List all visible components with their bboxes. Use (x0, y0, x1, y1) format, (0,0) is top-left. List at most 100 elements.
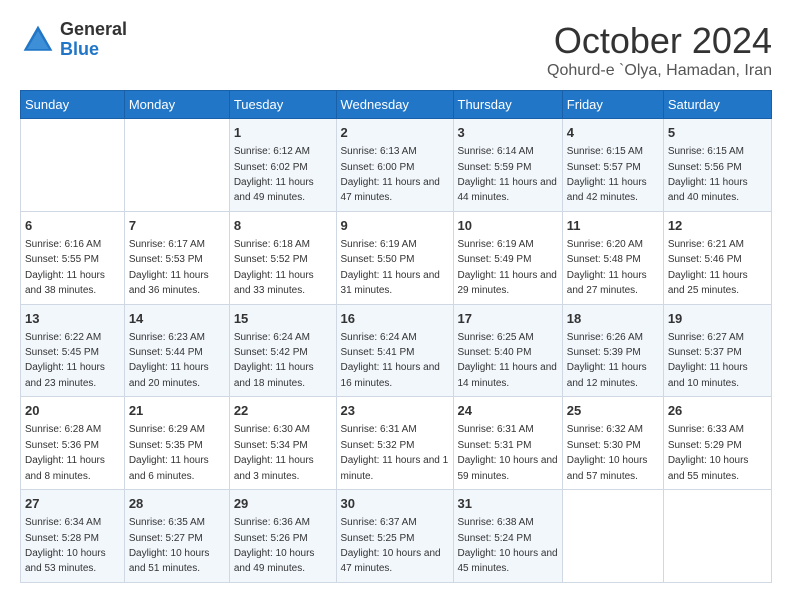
day-number: 3 (458, 124, 558, 142)
day-number: 21 (129, 402, 225, 420)
calendar-body: 1 Sunrise: 6:12 AMSunset: 6:02 PMDaylight… (21, 119, 772, 583)
logo-blue: Blue (60, 39, 99, 59)
table-row: 16Sunrise: 6:24 AMSunset: 5:41 PMDayligh… (336, 304, 453, 397)
day-info: Sunrise: 6:31 AMSunset: 5:32 PMDaylight:… (341, 424, 449, 481)
day-info: Sunrise: 6:24 AMSunset: 5:42 PMDaylight:… (234, 332, 314, 389)
header-sunday: Sunday (21, 91, 125, 119)
day-info: Sunrise: 6:13 AMSunset: 6:00 PMDaylight:… (341, 146, 440, 203)
day-info: Sunrise: 6:16 AMSunset: 5:55 PMDaylight:… (25, 239, 105, 296)
day-number: 29 (234, 495, 332, 513)
day-number: 25 (567, 402, 659, 420)
day-info: Sunrise: 6:35 AMSunset: 5:27 PMDaylight:… (129, 517, 210, 574)
day-info: Sunrise: 6:29 AMSunset: 5:35 PMDaylight:… (129, 424, 209, 481)
day-info: Sunrise: 6:12 AMSunset: 6:02 PMDaylight:… (234, 146, 314, 203)
table-row: 30Sunrise: 6:37 AMSunset: 5:25 PMDayligh… (336, 490, 453, 583)
header-saturday: Saturday (663, 91, 771, 119)
table-row: 6Sunrise: 6:16 AMSunset: 5:55 PMDaylight… (21, 211, 125, 304)
day-number: 26 (668, 402, 767, 420)
day-number: 17 (458, 310, 558, 328)
table-row: 28 Sunrise: 6:35 AMSunset: 5:27 PMDayligh… (124, 490, 229, 583)
day-info: Sunrise: 6:18 AMSunset: 5:52 PMDaylight:… (234, 239, 314, 296)
day-number: 23 (341, 402, 449, 420)
day-info: Sunrise: 6:14 AMSunset: 5:59 PMDaylight:… (458, 146, 557, 203)
day-info: Sunrise: 6:22 AMSunset: 5:45 PMDaylight:… (25, 332, 105, 389)
header-friday: Friday (562, 91, 663, 119)
table-row (21, 119, 125, 212)
day-number: 14 (129, 310, 225, 328)
day-number: 7 (129, 217, 225, 235)
day-number: 27 (25, 495, 120, 513)
logo-icon (20, 22, 56, 58)
day-number: 15 (234, 310, 332, 328)
day-number: 22 (234, 402, 332, 420)
day-info: Sunrise: 6:28 AMSunset: 5:36 PMDaylight:… (25, 424, 105, 481)
day-info: Sunrise: 6:27 AMSunset: 5:37 PMDaylight:… (668, 332, 748, 389)
day-number: 9 (341, 217, 449, 235)
day-number: 19 (668, 310, 767, 328)
header-wednesday: Wednesday (336, 91, 453, 119)
day-number: 5 (668, 124, 767, 142)
day-number: 10 (458, 217, 558, 235)
day-number: 11 (567, 217, 659, 235)
day-info: Sunrise: 6:31 AMSunset: 5:31 PMDaylight:… (458, 424, 558, 481)
day-number: 2 (341, 124, 449, 142)
table-row: 3 Sunrise: 6:14 AMSunset: 5:59 PMDaylight… (453, 119, 562, 212)
table-row: 7 Sunrise: 6:17 AMSunset: 5:53 PMDaylight… (124, 211, 229, 304)
table-row: 23 Sunrise: 6:31 AMSunset: 5:32 PMDayligh… (336, 397, 453, 490)
day-number: 28 (129, 495, 225, 513)
month-title: October 2024 (547, 20, 772, 62)
day-number: 8 (234, 217, 332, 235)
table-row: 18 Sunrise: 6:26 AMSunset: 5:39 PMDayligh… (562, 304, 663, 397)
day-number: 20 (25, 402, 120, 420)
logo-general: General (60, 19, 127, 39)
day-info: Sunrise: 6:21 AMSunset: 5:46 PMDaylight:… (668, 239, 748, 296)
day-info: Sunrise: 6:20 AMSunset: 5:48 PMDaylight:… (567, 239, 647, 296)
day-info: Sunrise: 6:30 AMSunset: 5:34 PMDaylight:… (234, 424, 314, 481)
day-number: 12 (668, 217, 767, 235)
table-row (562, 490, 663, 583)
day-number: 16 (341, 310, 449, 328)
page-header: General Blue October 2024 Qohurd-e `Olya… (20, 20, 772, 80)
table-row: 29 Sunrise: 6:36 AMSunset: 5:26 PMDayligh… (229, 490, 336, 583)
day-number: 1 (234, 124, 332, 142)
table-row: 26 Sunrise: 6:33 AMSunset: 5:29 PMDayligh… (663, 397, 771, 490)
table-row: 2 Sunrise: 6:13 AMSunset: 6:00 PMDaylight… (336, 119, 453, 212)
table-row: 19 Sunrise: 6:27 AMSunset: 5:37 PMDayligh… (663, 304, 771, 397)
day-info: Sunrise: 6:32 AMSunset: 5:30 PMDaylight:… (567, 424, 648, 481)
location-title: Qohurd-e `Olya, Hamadan, Iran (547, 62, 772, 80)
day-number: 31 (458, 495, 558, 513)
table-row: 11 Sunrise: 6:20 AMSunset: 5:48 PMDayligh… (562, 211, 663, 304)
day-info: Sunrise: 6:17 AMSunset: 5:53 PMDaylight:… (129, 239, 209, 296)
day-info: Sunrise: 6:36 AMSunset: 5:26 PMDaylight:… (234, 517, 315, 574)
day-info: Sunrise: 6:19 AMSunset: 5:49 PMDaylight:… (458, 239, 557, 296)
table-row: 24 Sunrise: 6:31 AMSunset: 5:31 PMDayligh… (453, 397, 562, 490)
table-row: 15 Sunrise: 6:24 AMSunset: 5:42 PMDayligh… (229, 304, 336, 397)
day-info: Sunrise: 6:26 AMSunset: 5:39 PMDaylight:… (567, 332, 647, 389)
table-row: 4Sunrise: 6:15 AMSunset: 5:57 PMDaylight… (562, 119, 663, 212)
calendar-header: Sunday Monday Tuesday Wednesday Thursday… (21, 91, 772, 119)
header-thursday: Thursday (453, 91, 562, 119)
day-info: Sunrise: 6:33 AMSunset: 5:29 PMDaylight:… (668, 424, 749, 481)
header-tuesday: Tuesday (229, 91, 336, 119)
table-row: 1 Sunrise: 6:12 AMSunset: 6:02 PMDaylight… (229, 119, 336, 212)
table-row (124, 119, 229, 212)
logo: General Blue (20, 20, 127, 60)
table-row: 9Sunrise: 6:19 AMSunset: 5:50 PMDaylight… (336, 211, 453, 304)
day-info: Sunrise: 6:38 AMSunset: 5:24 PMDaylight:… (458, 517, 558, 574)
table-row: 20 Sunrise: 6:28 AMSunset: 5:36 PMDayligh… (21, 397, 125, 490)
day-number: 30 (341, 495, 449, 513)
table-row: 25 Sunrise: 6:32 AMSunset: 5:30 PMDayligh… (562, 397, 663, 490)
table-row: 8 Sunrise: 6:18 AMSunset: 5:52 PMDaylight… (229, 211, 336, 304)
day-info: Sunrise: 6:15 AMSunset: 5:56 PMDaylight:… (668, 146, 748, 203)
day-number: 24 (458, 402, 558, 420)
table-row: 21 Sunrise: 6:29 AMSunset: 5:35 PMDayligh… (124, 397, 229, 490)
table-row (663, 490, 771, 583)
table-row: 5 Sunrise: 6:15 AMSunset: 5:56 PMDaylight… (663, 119, 771, 212)
day-number: 18 (567, 310, 659, 328)
day-number: 4 (567, 124, 659, 142)
table-row: 31 Sunrise: 6:38 AMSunset: 5:24 PMDayligh… (453, 490, 562, 583)
logo-text: General Blue (60, 20, 127, 60)
title-block: October 2024 Qohurd-e `Olya, Hamadan, Ir… (547, 20, 772, 80)
calendar-table: Sunday Monday Tuesday Wednesday Thursday… (20, 90, 772, 583)
table-row: 17Sunrise: 6:25 AMSunset: 5:40 PMDayligh… (453, 304, 562, 397)
